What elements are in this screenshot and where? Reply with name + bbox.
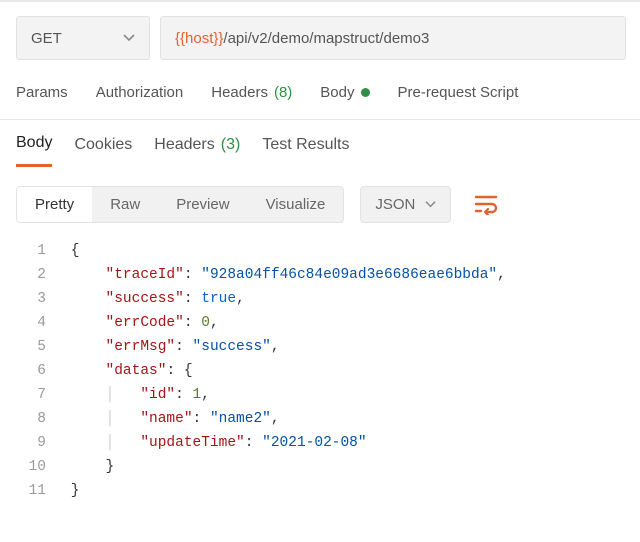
url-input[interactable]: {{host}}/api/v2/demo/mapstruct/demo3 [160,16,626,60]
chevron-down-icon [425,199,436,210]
response-tabs: Body Cookies Headers (3) Test Results [0,120,640,167]
response-tab-body[interactable]: Body [16,134,52,167]
url-path: /api/v2/demo/mapstruct/demo3 [223,30,429,47]
tab-params[interactable]: Params [16,76,68,119]
http-method-select[interactable]: GET [16,16,150,60]
tab-body[interactable]: Body [320,76,369,119]
dot-icon [361,88,370,97]
response-tab-headers[interactable]: Headers (3) [154,134,240,167]
http-method-label: GET [31,30,62,47]
tab-authorization[interactable]: Authorization [96,76,184,119]
url-variable: {{host}} [175,30,223,47]
view-mode-group: Pretty Raw Preview Visualize [16,186,344,223]
tab-prerequest-script[interactable]: Pre-request Script [398,76,519,119]
wrap-lines-button[interactable] [467,185,505,223]
view-pretty-button[interactable]: Pretty [17,187,92,222]
response-body[interactable]: 1 { 2 "traceId": "928a04ff46c84e09ad3e66… [0,231,640,513]
response-tab-cookies[interactable]: Cookies [74,134,132,167]
response-tab-tests[interactable]: Test Results [262,134,349,167]
json-key: "traceId" [106,267,184,283]
chevron-down-icon [123,32,135,44]
format-select[interactable]: JSON [360,186,451,223]
view-raw-button[interactable]: Raw [92,187,158,222]
view-visualize-button[interactable]: Visualize [248,187,344,222]
tab-headers[interactable]: Headers (8) [211,76,292,119]
view-preview-button[interactable]: Preview [158,187,247,222]
request-tabs: Params Authorization Headers (8) Body Pr… [0,76,640,119]
